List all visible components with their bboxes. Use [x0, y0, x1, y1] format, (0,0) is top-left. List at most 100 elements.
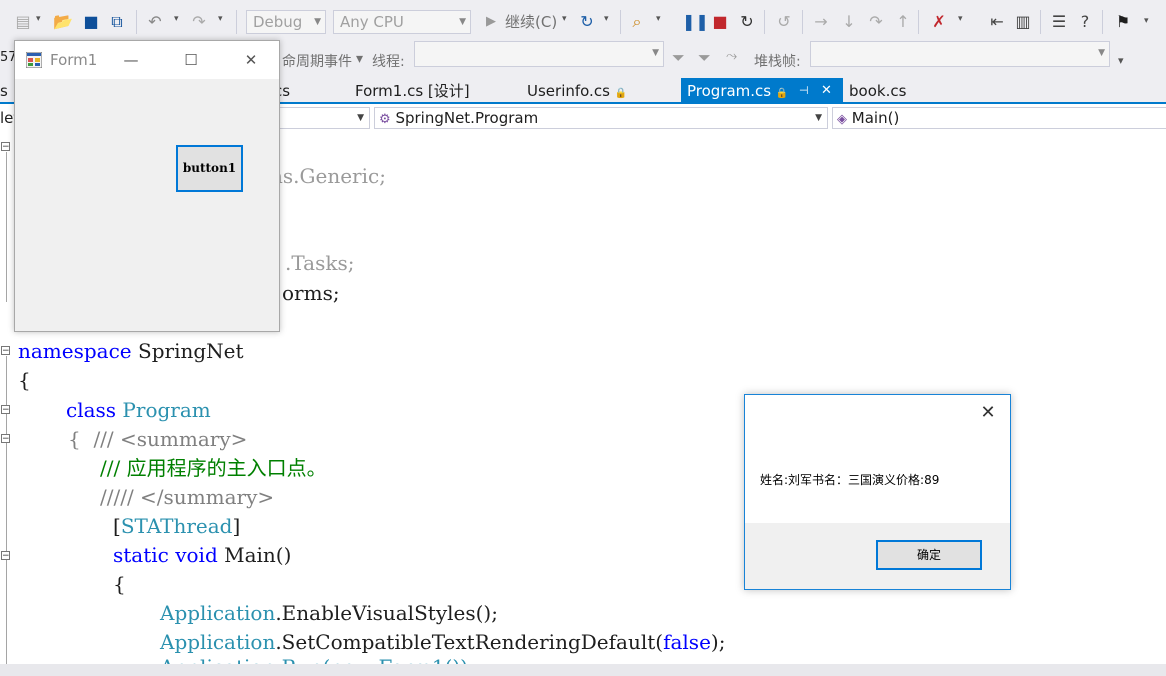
tab-form1-designer[interactable]: Form1.cs [设计]: [349, 78, 476, 102]
close-icon[interactable]: ✕: [237, 49, 265, 71]
fold-toggle-icon[interactable]: −: [1, 551, 10, 561]
bookmark-icon[interactable]: ⚑: [1112, 10, 1134, 34]
class-combo[interactable]: ⚙ SpringNet.Program ▼: [374, 107, 828, 129]
form1-titlebar[interactable]: Form1 — ☐ ✕: [15, 41, 279, 79]
thread-icon[interactable]: ⇤: [986, 10, 1008, 34]
pin-icon[interactable]: ⊣: [799, 78, 809, 104]
toolbar-separator: [236, 10, 237, 34]
chevron-down-icon[interactable]: ▾: [174, 14, 179, 24]
bracket: [: [113, 514, 121, 538]
message-box[interactable]: ✕ 姓名:刘军书名：三国演义价格:89 确定: [744, 394, 1011, 590]
chevron-down-icon[interactable]: ▾: [218, 14, 223, 24]
step-back-icon[interactable]: ↷: [865, 10, 887, 34]
stackframe-combo[interactable]: ▼: [810, 41, 1110, 67]
platform-combo[interactable]: Any CPU ▼: [333, 10, 471, 34]
breakpoint-icon[interactable]: ✗: [928, 10, 950, 34]
keyword: static: [113, 543, 169, 567]
class-combo-value: SpringNet.Program: [395, 109, 539, 127]
close-icon[interactable]: ✕: [976, 401, 1000, 425]
chevron-down-icon[interactable]: ▾: [36, 14, 41, 24]
ok-button[interactable]: 确定: [876, 540, 982, 570]
restart-icon[interactable]: ↻: [736, 10, 758, 34]
fold-toggle-icon[interactable]: −: [1, 405, 10, 415]
maximize-icon[interactable]: ☐: [177, 49, 205, 71]
message-text: 姓名:刘军书名：三国演义价格:89: [760, 473, 940, 487]
filter-icon[interactable]: ⏷: [672, 48, 685, 68]
align-icon[interactable]: ☰: [1048, 10, 1070, 34]
fold-toggle-icon[interactable]: −: [1, 142, 10, 152]
continue-button[interactable]: 继续(C): [505, 10, 557, 34]
stackframe-label: 堆栈帧:: [754, 54, 801, 70]
save-icon[interactable]: ■: [80, 10, 102, 34]
show-next-icon[interactable]: ↺: [773, 10, 795, 34]
thread-combo[interactable]: ▼: [414, 41, 664, 67]
message-box-footer: 确定: [745, 523, 1010, 589]
chevron-down-icon[interactable]: ▾: [562, 14, 567, 24]
code-line-using-forms: orms;: [282, 281, 340, 305]
chevron-down-icon[interactable]: ▾: [604, 14, 609, 24]
keyword: class: [66, 398, 117, 422]
code-line-method-brace: {: [113, 572, 126, 596]
code-line-class: class Program: [66, 396, 211, 425]
form1-window[interactable]: Form1 — ☐ ✕ button1: [14, 40, 280, 332]
config-value: Debug: [253, 13, 303, 31]
chevron-down-icon: ▼: [357, 113, 364, 123]
step-into-icon[interactable]: ↓: [838, 10, 860, 34]
class-icon: ⚙: [379, 112, 391, 127]
method-call: .EnableVisualStyles();: [275, 601, 498, 625]
pause-icon[interactable]: ❚❚: [682, 10, 709, 34]
horizontal-scrollbar[interactable]: [0, 664, 1166, 676]
toolbar-separator: [1102, 10, 1103, 34]
app-icon: [26, 52, 42, 68]
minimize-icon[interactable]: —: [117, 49, 145, 71]
chevron-down-icon[interactable]: ▾: [958, 14, 963, 24]
fold-toggle-icon[interactable]: −: [1, 346, 10, 356]
window-icon[interactable]: ▥: [1012, 10, 1034, 34]
class-name: Program: [122, 398, 211, 422]
chevron-down-icon: ▼: [314, 17, 321, 27]
close-icon[interactable]: ✕: [821, 78, 832, 104]
refresh-icon[interactable]: ↻: [576, 10, 598, 34]
chevron-down-icon[interactable]: ▾: [1144, 16, 1149, 26]
save-all-icon[interactable]: ⧉: [106, 10, 128, 34]
stop-icon[interactable]: ■: [709, 10, 731, 34]
keyword: false: [663, 630, 711, 654]
member-combo-value: Main(): [851, 109, 900, 127]
member-combo[interactable]: ◈ Main(): [832, 107, 1166, 129]
step-over-icon[interactable]: →: [810, 10, 832, 34]
chevron-down-icon: ▼: [1098, 48, 1105, 58]
method-call: .SetCompatibleTextRenderingDefault(: [275, 630, 664, 654]
tab-book[interactable]: book.cs: [843, 78, 912, 102]
button1[interactable]: button1: [176, 145, 243, 192]
step-out-icon[interactable]: ↑: [892, 10, 914, 34]
tab-userinfo[interactable]: Userinfo.cs 🔒: [521, 78, 633, 102]
namespace-name: SpringNet: [138, 339, 244, 363]
new-item-icon[interactable]: ▤: [12, 10, 34, 34]
lifecycle-events-label[interactable]: 命周期事件: [282, 51, 352, 71]
toolbar-separator: [764, 10, 765, 34]
play-icon[interactable]: ▶: [480, 10, 502, 34]
code-line-attribute: [STAThread]: [113, 512, 240, 541]
toolbar-separator: [1040, 10, 1041, 34]
undo-icon[interactable]: ↶: [144, 10, 166, 34]
tab-hidden-left[interactable]: s: [0, 78, 14, 102]
platform-value: Any CPU: [340, 13, 404, 31]
find-icon[interactable]: ⌕: [626, 10, 648, 34]
open-icon[interactable]: 📂: [52, 10, 74, 34]
overflow-chevron-icon[interactable]: ▾: [1118, 54, 1124, 67]
comment-icon[interactable]: ?: [1074, 10, 1096, 34]
redo-icon[interactable]: ↷: [188, 10, 210, 34]
config-combo[interactable]: Debug ▼: [246, 10, 326, 34]
chevron-down-icon[interactable]: ▾: [356, 51, 363, 67]
project-combo[interactable]: ▼: [278, 107, 370, 129]
fold-toggle-icon[interactable]: −: [1, 434, 10, 444]
form1-title: Form1: [50, 51, 98, 69]
tab-program[interactable]: Program.cs 🔒 ⊣ ✕: [681, 78, 843, 102]
code-line-using-generic: ns.Generic;: [270, 164, 386, 188]
bracket: ]: [232, 514, 241, 538]
filter-toggle-icon[interactable]: ⏷: [698, 48, 711, 68]
method-name: Main(): [224, 543, 292, 567]
chevron-down-icon[interactable]: ▾: [656, 14, 661, 24]
toolbar-separator: [802, 10, 803, 34]
flag-threads-icon[interactable]: ⤳: [726, 48, 737, 64]
